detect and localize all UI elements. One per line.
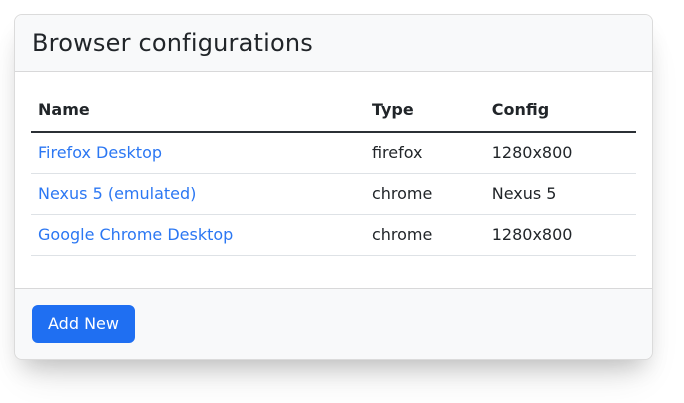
table-row: Nexus 5 (emulated) chrome Nexus 5 (31, 174, 636, 215)
browser-config-table: Name Type Config Firefox Desktop firefox… (31, 88, 636, 256)
column-header-name: Name (31, 88, 365, 132)
config-link-google-chrome-desktop[interactable]: Google Chrome Desktop (38, 225, 233, 244)
cell-name: Google Chrome Desktop (31, 215, 365, 256)
table-row: Google Chrome Desktop chrome 1280x800 (31, 215, 636, 256)
cell-type: chrome (365, 174, 485, 215)
column-header-type: Type (365, 88, 485, 132)
cell-name: Firefox Desktop (31, 132, 365, 174)
config-link-nexus-5[interactable]: Nexus 5 (emulated) (38, 184, 196, 203)
column-header-config: Config (485, 88, 636, 132)
card-body: Name Type Config Firefox Desktop firefox… (15, 72, 652, 288)
cell-type: firefox (365, 132, 485, 174)
add-new-button[interactable]: Add New (32, 305, 135, 343)
cell-config: 1280x800 (485, 132, 636, 174)
table-row: Firefox Desktop firefox 1280x800 (31, 132, 636, 174)
card-footer: Add New (15, 288, 652, 359)
config-link-firefox-desktop[interactable]: Firefox Desktop (38, 143, 162, 162)
page-title: Browser configurations (32, 29, 635, 57)
browser-configurations-card: Browser configurations Name Type Config … (14, 14, 653, 360)
cell-name: Nexus 5 (emulated) (31, 174, 365, 215)
cell-config: 1280x800 (485, 215, 636, 256)
cell-config: Nexus 5 (485, 174, 636, 215)
card-header: Browser configurations (15, 15, 652, 72)
cell-type: chrome (365, 215, 485, 256)
table-header-row: Name Type Config (31, 88, 636, 132)
